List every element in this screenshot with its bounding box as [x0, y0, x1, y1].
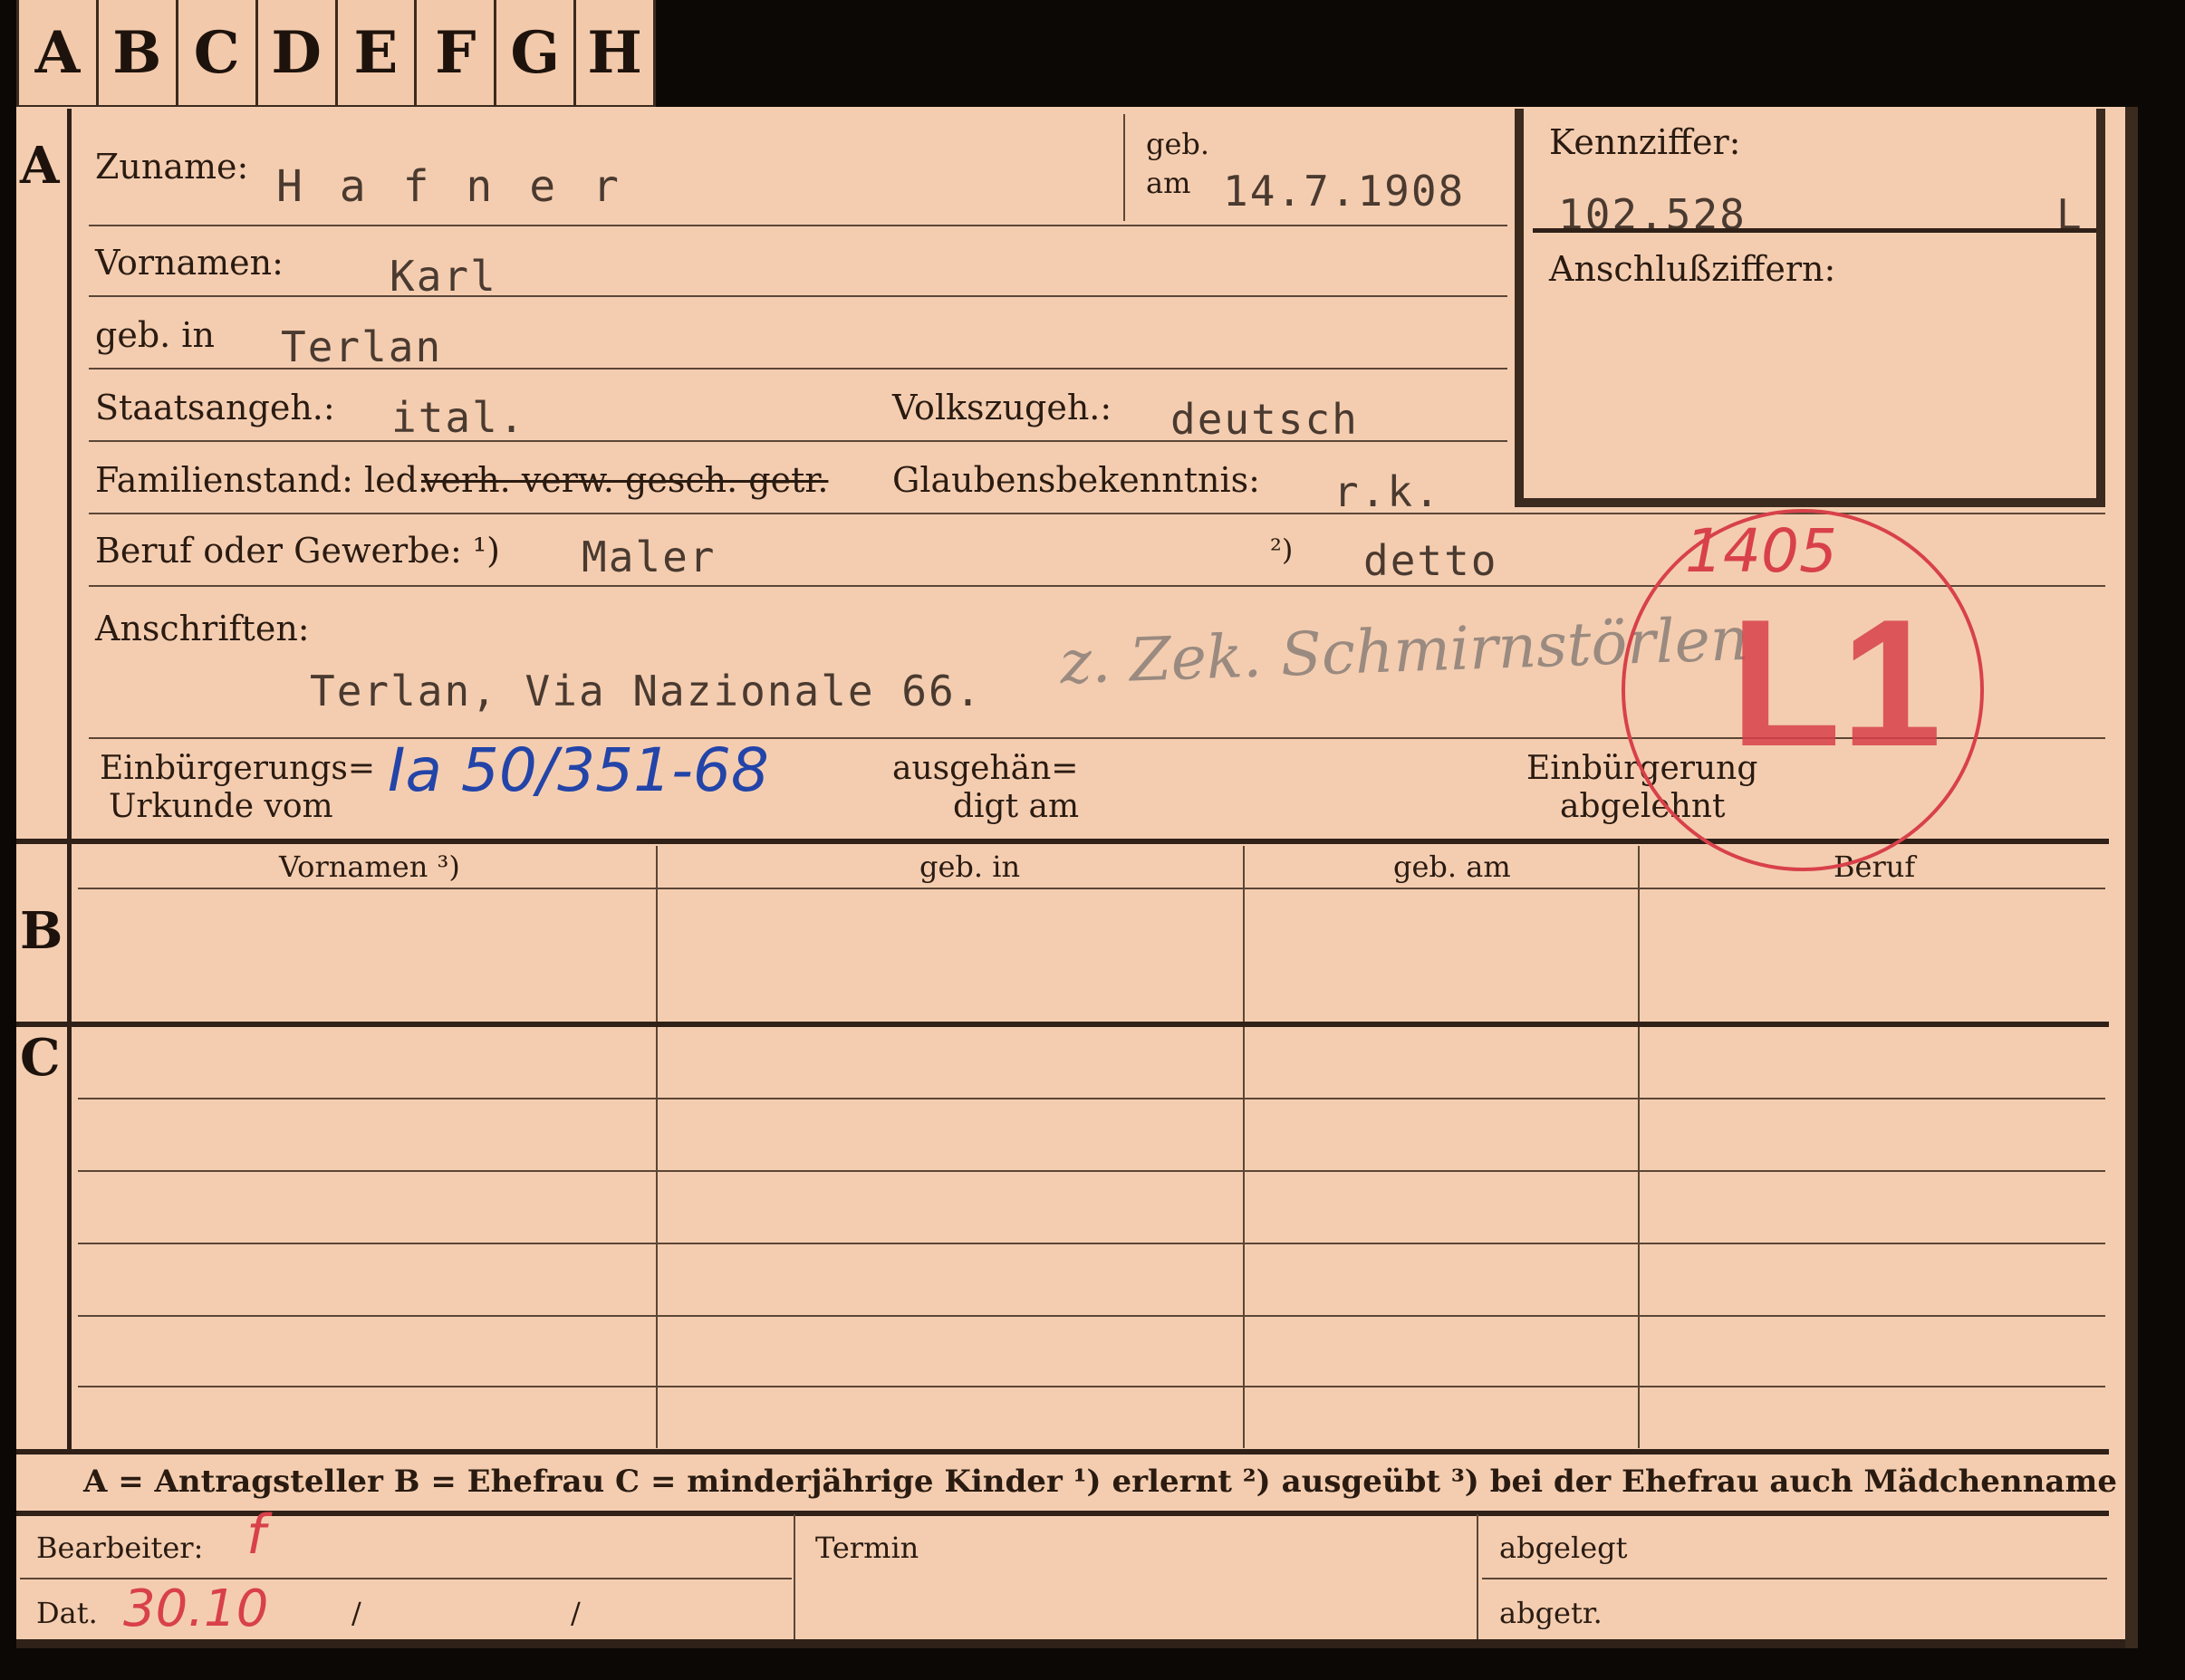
rule-row1 [89, 225, 1507, 226]
geb-am-value: 14.7.1908 [1223, 167, 1466, 216]
rule-row2 [89, 295, 1507, 297]
volkszugeh-label: Volkszugeh.: [892, 388, 1112, 427]
kennziffer-underline [1533, 228, 2096, 233]
geb-divider [1123, 114, 1125, 221]
staatsangeh-label: Staatsangeh.: [95, 388, 335, 427]
col-vornamen: Vornamen ³) [279, 850, 460, 884]
tab-b[interactable]: B [99, 0, 178, 105]
card-bottom-edge [16, 1639, 2125, 1648]
volkszugeh-value: deutsch [1170, 395, 1359, 444]
geb-in-label: geb. in [95, 315, 215, 355]
col-divider-1 [656, 846, 658, 1448]
geb-in-value: Terlan [281, 322, 443, 371]
kennziffer-label: Kennziffer: [1549, 122, 1741, 162]
vornamen-label: Vornamen: [95, 243, 284, 283]
bearbeiter-mark: f [246, 1503, 266, 1567]
rule-row4 [89, 440, 1507, 442]
bearbeiter-label: Bearbeiter: [36, 1531, 204, 1565]
rule-row3 [89, 368, 1507, 370]
am-label: am [1146, 166, 1191, 200]
beruf-value: Maler [582, 533, 717, 581]
einb-label-1: Einbürgerungs= [100, 750, 376, 787]
tab-d[interactable]: D [258, 0, 338, 105]
ausg-label-2: digt am [953, 788, 1080, 825]
glauben-label: Glaubensbekenntnis: [892, 460, 1260, 500]
abgetr-label: abgetr. [1499, 1596, 1603, 1630]
col-divider-3 [1638, 846, 1640, 1448]
zuname-value: H a f n e r [276, 161, 624, 212]
stamp-number: 1405 [1685, 516, 1837, 586]
footer-divider-2 [1477, 1514, 1478, 1641]
tab-e[interactable]: E [338, 0, 418, 105]
tab-a[interactable]: A [16, 0, 99, 105]
anschriften-value: Terlan, Via Nazionale 66. [310, 667, 983, 715]
c-row-rule-3 [78, 1243, 2105, 1244]
col-geb-in: geb. in [919, 850, 1021, 884]
zuname-label: Zuname: [95, 147, 249, 187]
beruf2-marker: ²) [1270, 533, 1294, 567]
index-tabs: A B C D E F G H [16, 0, 656, 108]
glauben-value: r.k. [1333, 467, 1441, 516]
col-divider-2 [1243, 846, 1245, 1448]
table-header-rule [78, 888, 2105, 889]
col-geb-am: geb. am [1393, 850, 1511, 884]
anschriften-label: Anschriften: [95, 609, 310, 648]
familienstand-label: Familienstand: led. [95, 460, 429, 500]
beruf2-value: detto [1363, 536, 1498, 585]
einb-value: Ia 50/351-68 [388, 735, 769, 805]
rule-section-c [16, 1022, 2109, 1027]
rule-legend-top [16, 1449, 2109, 1454]
tab-c[interactable]: C [178, 0, 258, 105]
familienstand-struck-options: verh. verw. gesch. getr. [421, 460, 829, 500]
footer-divider-1 [794, 1514, 795, 1641]
geb-label: geb. [1146, 127, 1210, 161]
tab-g[interactable]: G [496, 0, 577, 105]
kennziffer-box [1515, 109, 2105, 507]
tab-f[interactable]: F [417, 0, 497, 105]
section-label-c: C [20, 1028, 61, 1088]
c-row-rule-5 [78, 1386, 2105, 1387]
dat-slash-1: / [351, 1596, 361, 1630]
rule-legend-bottom [16, 1511, 2109, 1516]
c-row-rule-2 [78, 1170, 2105, 1172]
dat-label: Dat. [36, 1596, 98, 1630]
einb-label-2: Urkunde vom [109, 788, 333, 825]
dat-value: 30.10 [123, 1579, 269, 1638]
legend: A = Antragsteller B = Ehefrau C = minder… [83, 1464, 2117, 1500]
tab-h[interactable]: H [576, 0, 656, 105]
footer-rule-right [1482, 1578, 2107, 1579]
stamp-code: L1 [1730, 582, 1942, 784]
dat-slash-2: / [571, 1596, 581, 1630]
c-row-rule-1 [78, 1098, 2105, 1099]
section-label-b: B [20, 901, 63, 961]
staatsangeh-value: ital. [391, 393, 526, 442]
ausg-label-1: ausgehän= [892, 750, 1079, 787]
section-label-a: A [20, 136, 60, 196]
beruf-label: Beruf oder Gewerbe: ¹) [95, 531, 500, 571]
anschluss-label: Anschlußziffern: [1549, 249, 1836, 289]
vornamen-value: Karl [390, 252, 497, 301]
c-row-rule-4 [78, 1315, 2105, 1317]
abgelegt-label: abgelegt [1499, 1531, 1628, 1565]
termin-label: Termin [815, 1531, 919, 1565]
left-rule [67, 109, 72, 1449]
